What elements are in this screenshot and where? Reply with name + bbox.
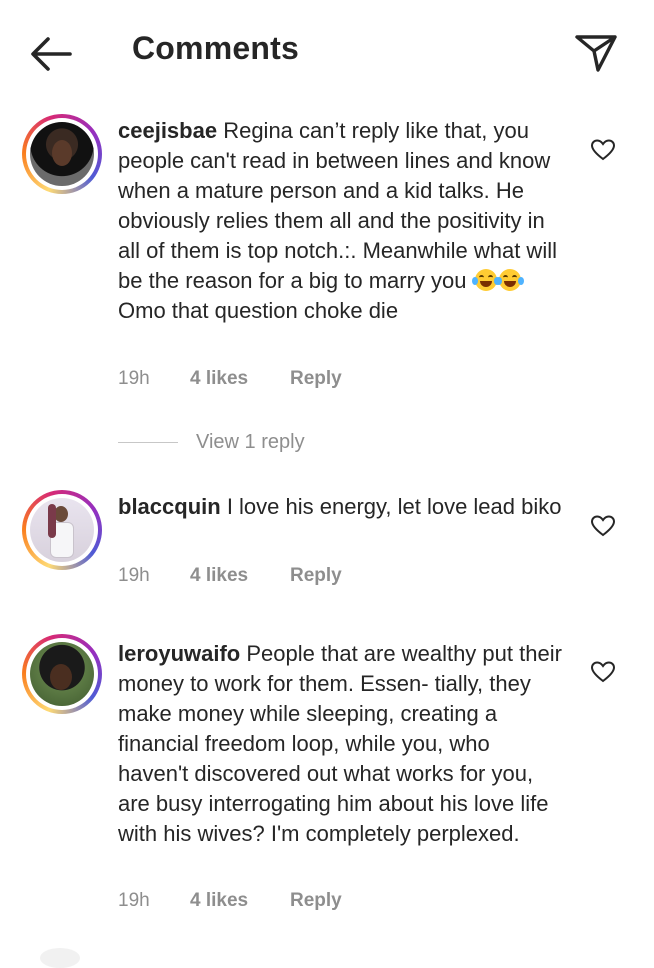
laughing-emoji-icon [471,268,524,293]
comment-likes[interactable]: 4 likes [190,890,248,912]
comment-username[interactable]: leroyuwaifo [118,641,240,666]
comment-time: 19h [118,368,150,389]
comment-body-continued: Omo that question choke die [118,298,399,323]
paper-plane-icon[interactable] [574,33,618,73]
comment-time: 19h [118,565,150,586]
reply-button[interactable]: Reply [290,890,342,912]
heart-icon[interactable] [590,514,616,538]
comments-header: Comments [0,0,654,100]
heart-icon[interactable] [590,660,616,684]
avatar[interactable] [22,490,102,570]
reply-button[interactable]: Reply [290,565,342,587]
comment-time: 19h [118,890,150,911]
avatar-photo [30,122,94,186]
heart-icon[interactable] [590,138,616,162]
comment-body: Regina can’t reply like that, you people… [118,118,557,293]
page-title: Comments [132,30,299,66]
avatar-photo [30,642,94,706]
comment-username[interactable]: blaccquin [118,494,221,519]
next-avatar-peek [40,948,80,968]
avatar[interactable] [22,634,102,714]
comment-body: I love his energy, let love lead biko [226,494,562,519]
comment-likes[interactable]: 4 likes [190,565,248,587]
view-replies-label: View 1 reply [196,431,305,453]
comment-body: People that are wealthy put their money … [118,641,562,846]
avatar-photo [30,498,94,562]
comment-text: leroyuwaifo People that are wealthy put … [118,639,564,849]
reply-button[interactable]: Reply [290,368,342,390]
comment-username[interactable]: ceejisbae [118,118,217,143]
arrow-left-icon[interactable] [28,34,74,74]
divider-line [118,442,178,444]
view-replies-button[interactable]: View 1 reply [118,431,305,454]
comment-text: blaccquin I love his energy, let love le… [118,492,564,522]
avatar[interactable] [22,114,102,194]
comment-text: ceejisbae Regina can’t reply like that, … [118,116,564,326]
comment-likes[interactable]: 4 likes [190,368,248,390]
